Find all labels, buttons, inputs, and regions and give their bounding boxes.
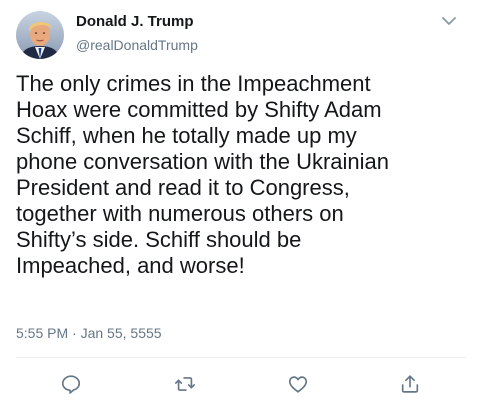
- share-button[interactable]: [396, 370, 424, 398]
- tweet-actions: [0, 370, 480, 398]
- heart-icon: [288, 376, 308, 393]
- avatar-image: [16, 11, 64, 59]
- tweet-timestamp: 5:55 PM · Jan 55, 5555: [16, 325, 162, 341]
- reply-button[interactable]: [57, 370, 85, 398]
- tweet-date-link[interactable]: Jan 55, 5555: [81, 325, 162, 341]
- tweet-text: The only crimes in the Impeachment Hoax …: [16, 71, 466, 279]
- tweet-line: Shifty’s side. Schiff should be: [16, 227, 302, 252]
- more-options-button[interactable]: [440, 14, 458, 28]
- like-button[interactable]: [284, 370, 312, 398]
- avatar[interactable]: [16, 11, 64, 59]
- tweet-line: The only crimes in the Impeachment: [16, 71, 371, 96]
- tweet-line: together with numerous others on: [16, 201, 344, 226]
- retweet-icon: [175, 377, 195, 391]
- reply-icon: [61, 375, 81, 394]
- author-handle[interactable]: @realDonaldTrump: [76, 37, 198, 53]
- chevron-down-icon: [442, 17, 456, 25]
- tweet-line: phone conversation with the Ukrainian: [16, 149, 390, 174]
- tweet-card: Donald J. Trump @realDonaldTrump The onl…: [0, 0, 480, 410]
- tweet-line: Hoax were committed by Shifty Adam: [16, 97, 382, 122]
- tweet-line: Impeached, and worse!: [16, 253, 245, 278]
- tweet-time-link[interactable]: 5:55 PM: [16, 325, 68, 341]
- timestamp-separator: ·: [72, 325, 77, 341]
- tweet-line: President and read it to Congress,: [16, 175, 350, 200]
- divider: [16, 357, 466, 358]
- author-name[interactable]: Donald J. Trump: [76, 13, 194, 30]
- retweet-button[interactable]: [171, 370, 199, 398]
- tweet-line: Schiff, when he totally made up my: [16, 123, 357, 148]
- share-icon: [401, 375, 419, 393]
